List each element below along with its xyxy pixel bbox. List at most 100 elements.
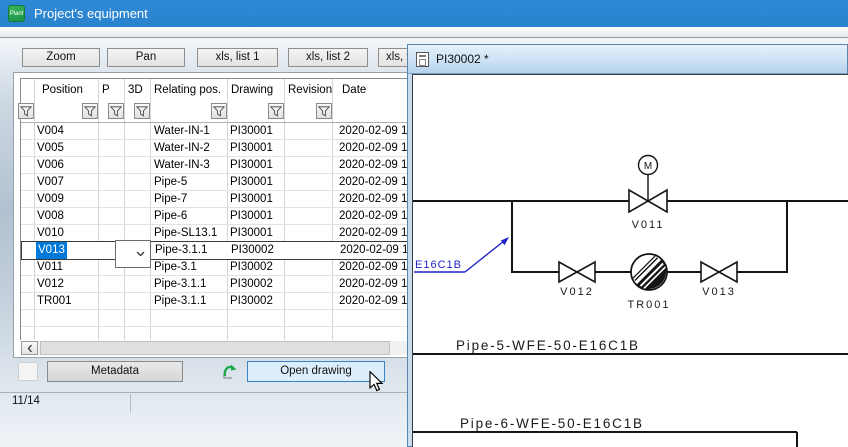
table-row[interactable]: V005Water-IN-2PI300012020-02-09 1 xyxy=(21,140,432,157)
cell-relating: Pipe-7 xyxy=(154,191,187,208)
cell-drawing: PI30001 xyxy=(230,123,273,140)
hscroll-left-button[interactable] xyxy=(21,341,38,355)
cell-date: 2020-02-09 1 xyxy=(340,242,408,259)
cell-drawing: PI30001 xyxy=(230,174,273,191)
motor-label: M xyxy=(644,161,652,172)
pipe6-label: Pipe-6-WFE-50-E16C1B xyxy=(460,416,644,431)
cell-date: 2020-02-09 1 xyxy=(339,191,407,208)
filter-funnel-button-3d[interactable] xyxy=(134,103,150,119)
app-logo-label: Plant xyxy=(10,11,24,17)
filter-funnel-button-revision[interactable] xyxy=(316,103,332,119)
statusbar-separator xyxy=(130,394,131,413)
funnel-icon xyxy=(110,106,122,117)
funnel-icon xyxy=(84,106,96,117)
cell-drawing: PI30001 xyxy=(230,157,273,174)
valve-v013[interactable] xyxy=(701,262,737,282)
column-header-3d[interactable]: 3D xyxy=(128,79,143,101)
cell-relating: Pipe-3.1.1 xyxy=(154,276,206,293)
trap-tr001[interactable] xyxy=(631,254,667,290)
pid-diagram: M V011 V012 xyxy=(413,75,848,447)
funnel-icon xyxy=(213,106,225,117)
cell-relating: Pipe-3.1 xyxy=(154,259,197,276)
cell-position: V008 xyxy=(37,208,64,225)
tag-v012: V012 xyxy=(560,286,594,298)
cell-drawing: PI30001 xyxy=(230,225,273,242)
filter-funnel-button-position[interactable] xyxy=(82,103,98,119)
cell-relating: Pipe-6 xyxy=(154,208,187,225)
cell-position: TR001 xyxy=(37,293,72,310)
window-title: Project's equipment xyxy=(34,6,148,21)
table-hscrollbar[interactable] xyxy=(21,341,431,355)
xls-list-2-button[interactable]: xls, list 2 xyxy=(288,48,368,67)
column-header-position[interactable]: Position xyxy=(42,79,83,101)
cell-relating: Water-IN-2 xyxy=(154,140,210,157)
table-row[interactable]: V012Pipe-3.1.1PI300022020-02-09 1 xyxy=(21,276,432,293)
cell-drawing: PI30001 xyxy=(230,140,273,157)
table-row[interactable]: V011Pipe-3.1PI300022020-02-09 1 xyxy=(21,259,432,276)
cell-drawing: PI30001 xyxy=(230,191,273,208)
refresh-open-icon[interactable] xyxy=(220,361,240,381)
drawing-window: PI30002 * M V011 xyxy=(407,44,848,447)
filter-funnel-button-drawing[interactable] xyxy=(268,103,284,119)
cell-position: V010 xyxy=(37,225,64,242)
cell-relating: Water-IN-1 xyxy=(154,123,210,140)
filter-funnel-button-relating[interactable] xyxy=(211,103,227,119)
pipe-reference-callout[interactable]: E16C1B xyxy=(414,237,509,272)
zoom-button[interactable]: Zoom xyxy=(22,48,100,67)
table-row[interactable]: V010 Pipe-SL13.1 PI30001 2020-02-09 1 xyxy=(21,225,432,242)
cell-date: 2020-02-09 1 xyxy=(339,276,407,293)
cell-drawing: PI30001 xyxy=(230,208,273,225)
statusbar-count: 11/14 xyxy=(12,395,40,407)
cell-date: 2020-02-09 1 xyxy=(339,293,407,310)
cell-relating: Pipe-SL13.1 xyxy=(154,225,217,242)
hscroll-thumb[interactable] xyxy=(40,341,390,355)
table-row[interactable]: TR001Pipe-3.1.1PI300022020-02-09 1 xyxy=(21,293,432,310)
table-row-selected[interactable]: V013Pipe-3.1.1PI300022020-02-09 1 xyxy=(21,241,432,260)
metadata-button[interactable]: Metadata xyxy=(47,361,183,382)
chevron-down-icon xyxy=(136,251,145,257)
column-header-p[interactable]: P xyxy=(102,79,110,101)
funnel-icon xyxy=(136,106,148,117)
cell-date: 2020-02-09 1 xyxy=(339,174,407,191)
footer-mini-box[interactable] xyxy=(18,362,38,381)
grid-hline xyxy=(21,326,432,327)
cell-position: V005 xyxy=(37,140,64,157)
3d-dropdown[interactable] xyxy=(115,240,151,268)
filter-funnel-button-row[interactable] xyxy=(18,103,34,119)
cell-relating: Water-IN-3 xyxy=(154,157,210,174)
pan-button[interactable]: Pan xyxy=(107,48,185,67)
drawing-canvas[interactable]: M V011 V012 xyxy=(412,74,848,447)
cell-drawing: PI30002 xyxy=(230,259,273,276)
cell-position: V007 xyxy=(37,174,64,191)
table-row[interactable]: V006Water-IN-3PI300012020-02-09 1 xyxy=(21,157,432,174)
table-row[interactable]: V007Pipe-5PI300012020-02-09 1 xyxy=(21,174,432,191)
drawing-window-title: PI30002 * xyxy=(436,52,489,66)
drawing-window-titlebar[interactable]: PI30002 * xyxy=(408,45,847,74)
cell-relating: Pipe-3.1.1 xyxy=(154,293,206,310)
cell-date: 2020-02-09 1 xyxy=(339,225,407,242)
cell-position: V011 xyxy=(37,259,63,276)
column-header-revision[interactable]: Revision xyxy=(288,79,332,101)
cell-date: 2020-02-09 1 xyxy=(339,123,407,140)
table-row[interactable]: V004Water-IN-1PI300012020-02-09 1 xyxy=(21,123,432,140)
green-arrow-head xyxy=(231,365,237,371)
funnel-icon xyxy=(20,106,32,117)
pipe5-label: Pipe-5-WFE-50-E16C1B xyxy=(456,338,640,353)
column-header-drawing[interactable]: Drawing xyxy=(231,79,273,101)
column-header-relating[interactable]: Relating pos. xyxy=(154,79,221,101)
table-row[interactable]: V009Pipe-7PI300012020-02-09 1 xyxy=(21,191,432,208)
app-logo-icon: Plant xyxy=(8,5,25,22)
tag-e16c1b: E16C1B xyxy=(415,259,462,271)
cell-position: V006 xyxy=(37,157,64,174)
xls-list-1-button[interactable]: xls, list 1 xyxy=(197,48,278,67)
open-drawing-button[interactable]: Open drawing xyxy=(247,361,385,382)
funnel-icon xyxy=(318,106,330,117)
filter-funnel-button-p[interactable] xyxy=(108,103,124,119)
window-titlebar: Plant Project's equipment xyxy=(0,0,848,27)
cell-position-selected: V013 xyxy=(36,242,67,259)
valve-v012[interactable] xyxy=(559,262,595,282)
table-row[interactable]: V008Pipe-6PI300012020-02-09 1 xyxy=(21,208,432,225)
drawing-document-icon xyxy=(416,52,429,67)
valve-v011-motor[interactable]: M xyxy=(629,156,667,213)
column-header-date[interactable]: Date xyxy=(342,79,366,101)
